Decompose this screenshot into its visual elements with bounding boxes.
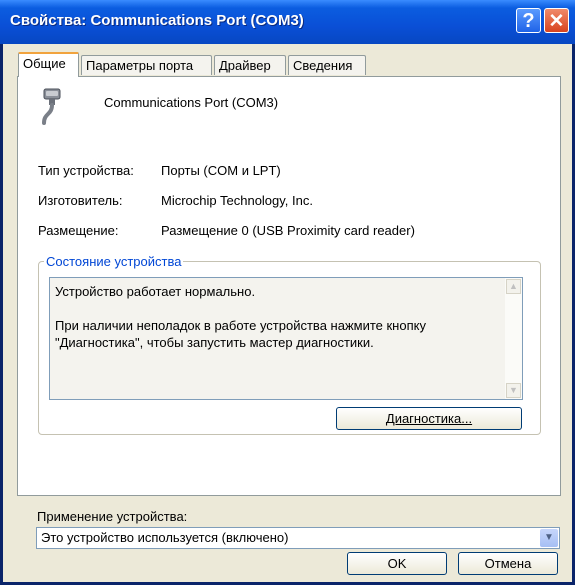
tab-details[interactable]: Сведения — [288, 55, 366, 75]
help-button[interactable]: ? — [516, 8, 541, 33]
device-type-label: Тип устройства: — [38, 163, 134, 178]
properties-window: Свойства: Communications Port (COM3) ? ✕… — [0, 0, 575, 585]
window-title: Свойства: Communications Port (COM3) — [10, 12, 304, 29]
device-status-text: Устройство работает нормально. При налич… — [55, 283, 495, 351]
serial-port-icon — [42, 88, 61, 125]
device-type-value: Порты (COM и LPT) — [161, 163, 281, 178]
device-usage-label: Применение устройства: — [37, 509, 188, 524]
close-icon: ✕ — [548, 11, 565, 32]
diagnostics-button[interactable]: Диагностика... — [336, 407, 522, 430]
scroll-down-icon[interactable]: ▼ — [506, 383, 521, 398]
location-value: Размещение 0 (USB Proximity card reader) — [161, 223, 415, 238]
tab-general[interactable]: Общие — [18, 52, 79, 77]
diagnostics-button-label: Диагностика... — [385, 411, 473, 426]
general-tab-panel: Communications Port (COM3) Тип устройств… — [17, 76, 561, 549]
ok-button[interactable]: OK — [347, 552, 447, 575]
close-button[interactable]: ✕ — [544, 8, 569, 33]
tab-port-settings[interactable]: Параметры порта — [81, 55, 212, 75]
device-usage-select[interactable]: Это устройство используется (включено) ▼ — [36, 527, 560, 549]
status-line-2: При наличии неполадок в работе устройств… — [55, 318, 426, 350]
device-status-box[interactable]: Устройство работает нормально. При налич… — [49, 277, 523, 400]
manufacturer-label: Изготовитель: — [38, 193, 123, 208]
manufacturer-value: Microchip Technology, Inc. — [161, 193, 313, 208]
status-line-1: Устройство работает нормально. — [55, 284, 256, 299]
dialog-body: Общие Параметры порта Драйвер Сведения C… — [3, 44, 572, 582]
help-icon: ? — [522, 10, 535, 32]
device-usage-value: Это устройство используется (включено) — [41, 530, 289, 545]
scroll-up-icon[interactable]: ▲ — [506, 279, 521, 294]
status-scrollbar[interactable]: ▲ ▼ — [505, 278, 522, 399]
chevron-down-icon[interactable]: ▼ — [540, 529, 558, 547]
title-bar[interactable]: Свойства: Communications Port (COM3) ? ✕ — [0, 0, 575, 44]
device-status-legend: Состояние устройства — [44, 254, 184, 269]
device-name: Communications Port (COM3) — [104, 95, 279, 110]
cancel-button[interactable]: Отмена — [458, 552, 558, 575]
location-label: Размещение: — [38, 223, 119, 238]
tab-driver[interactable]: Драйвер — [214, 55, 286, 75]
